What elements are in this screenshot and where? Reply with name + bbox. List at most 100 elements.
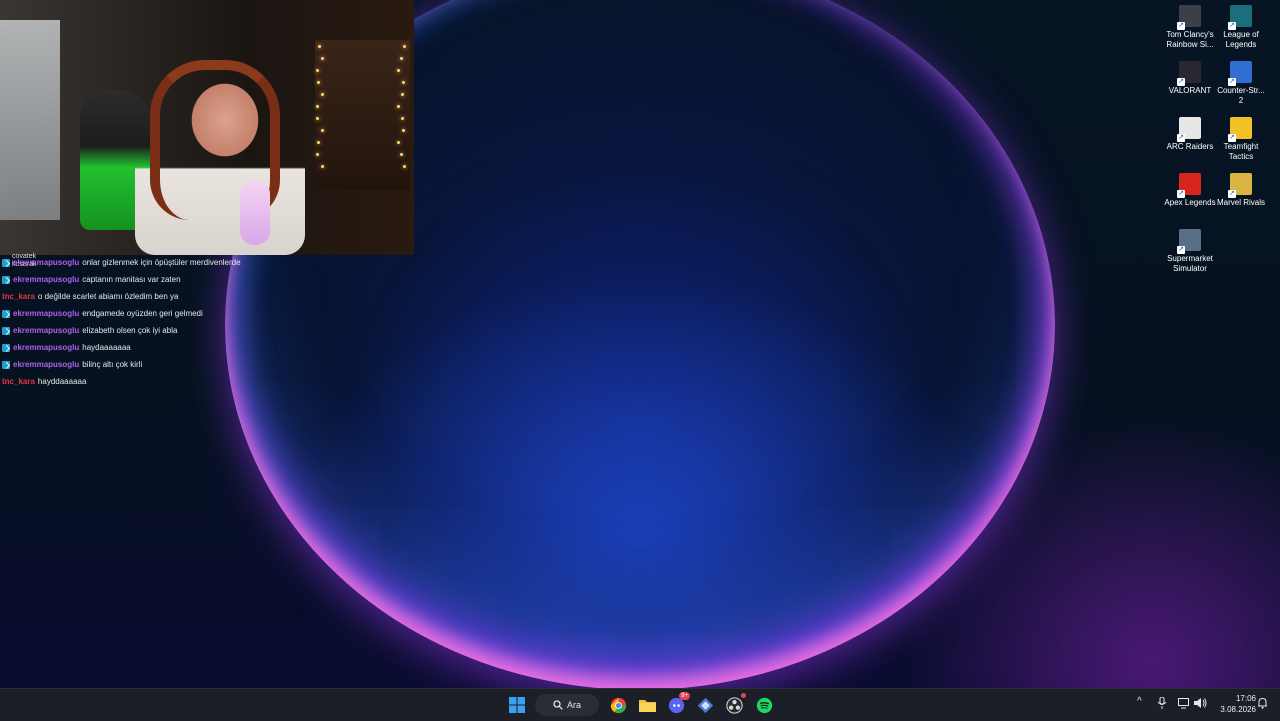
fairy-light — [397, 105, 400, 108]
stream-chat: ekremmapusoglu onlar gizlenmek için öpüşt… — [2, 254, 422, 390]
file-explorer-button[interactable] — [636, 694, 658, 716]
fairy-light — [320, 129, 324, 132]
chat-message: ekremmapusoglu onlar gizlenmek için öpüşt… — [2, 254, 422, 271]
counter-strike-icon — [1228, 61, 1252, 86]
desktop-shortcut-label: VALORANT — [1168, 86, 1212, 95]
fairy-light — [402, 45, 406, 48]
fairy-light — [318, 45, 321, 48]
chat-username[interactable]: ekremmapusoglu — [13, 309, 79, 318]
fairy-light — [401, 129, 405, 132]
teamfight-tactics-icon — [1228, 117, 1252, 142]
notification-bell-icon[interactable] — [1257, 697, 1268, 712]
network-icon[interactable] — [1178, 697, 1190, 712]
chat-username[interactable]: ekremmapusoglu — [13, 258, 79, 267]
obs-recording-dot — [741, 693, 746, 698]
prime-icon — [2, 309, 10, 318]
valorant-icon — [1177, 61, 1201, 86]
chat-message: tnc_kara hayddaaaaaa — [2, 373, 422, 390]
fairy-light — [315, 153, 319, 156]
chat-message-text: elizabeth olsen çok iyi abla — [82, 326, 178, 335]
prime-icon — [2, 275, 10, 284]
webcam-background-door — [0, 20, 60, 220]
desktop-shortcut-label: Teamfight Tactics — [1223, 142, 1259, 161]
desktop-shortcut-label: Tom Clancy's Rainbow Si... — [1166, 30, 1214, 49]
discord-notification-badge: 9+ — [679, 692, 690, 700]
league-of-legends-icon — [1228, 5, 1252, 30]
desktop-shortcut[interactable]: League of Legends — [1215, 5, 1267, 50]
chrome-button[interactable] — [607, 694, 629, 716]
webcam-shelf — [315, 40, 410, 190]
fairy-light — [402, 165, 406, 168]
desktop-shortcut-label: League of Legends — [1223, 30, 1259, 49]
fairy-light — [315, 69, 319, 72]
chat-username[interactable]: tnc_kara — [2, 292, 35, 301]
chat-message-text: onlar gizlenmek için öpüştüler merdivenl… — [82, 258, 241, 267]
fairy-light — [401, 81, 405, 84]
rainbow-six-icon — [1177, 5, 1201, 30]
chat-message-text: captanın manitası var zaten — [82, 275, 181, 284]
arc-raiders-icon — [1177, 117, 1201, 142]
obs-icon — [725, 696, 743, 714]
webcam-microphone — [240, 180, 270, 245]
chat-message: ekremmapusoglu endgamede oyüzden geri gel… — [2, 305, 422, 322]
battlenet-button[interactable] — [694, 694, 716, 716]
search-icon — [553, 700, 563, 710]
obs-button[interactable] — [723, 693, 746, 716]
clock-time: 17:06 — [1235, 694, 1256, 703]
desktop-shortcut[interactable]: Marvel Rivals — [1215, 173, 1267, 208]
desktop-shortcut[interactable]: ARC Raiders — [1164, 117, 1216, 152]
discord-button[interactable]: 9+ — [665, 692, 690, 716]
desktop-shortcut[interactable]: Supermarket Simulator — [1164, 229, 1216, 274]
desktop-shortcut-label: ARC Raiders — [1166, 142, 1214, 151]
chat-username[interactable]: ekremmapusoglu — [13, 275, 79, 284]
desktop-shortcut[interactable]: Teamfight Tactics — [1215, 117, 1267, 162]
windows-logo-icon — [509, 697, 525, 713]
apex-legends-icon — [1177, 173, 1201, 198]
chat-message-text: o değilde scarlet abiamı özledim ben ya — [37, 292, 179, 301]
chat-username[interactable]: ekremmapusoglu — [13, 360, 79, 369]
spotify-button[interactable] — [753, 694, 775, 716]
chat-message-text: haydaaaaaaa — [82, 343, 131, 352]
chrome-icon — [610, 697, 626, 713]
taskbar: Ara 9+ ^ 17:06 3.08.2026 — [0, 688, 1280, 721]
desktop-shortcut-label: Marvel Rivals — [1216, 198, 1265, 207]
search-label: Ara — [566, 700, 581, 710]
spotify-icon — [756, 697, 772, 713]
folder-icon — [638, 700, 656, 712]
fairy-light — [320, 57, 324, 60]
prime-icon — [2, 258, 10, 267]
chat-message: tnc_kara o değilde scarlet abiamı özledim… — [2, 288, 422, 305]
webcam-feed — [0, 0, 414, 255]
chat-message: ekremmapusoglu haydaaaaaaa — [2, 339, 422, 356]
chat-username[interactable]: ekremmapusoglu — [13, 326, 79, 335]
start-button[interactable] — [506, 694, 528, 716]
desktop-shortcut[interactable]: VALORANT — [1164, 61, 1216, 96]
volume-icon[interactable] — [1194, 697, 1207, 712]
wallpaper-glow — [900, 420, 1280, 688]
desktop-shortcut[interactable]: Apex Legends — [1164, 173, 1216, 208]
microphone-icon[interactable] — [1157, 696, 1167, 712]
desktop-shortcut-label: Counter-Str... 2 — [1217, 86, 1265, 105]
taskbar-clock[interactable]: 17:06 3.08.2026 — [1210, 693, 1256, 715]
chat-message-text: hayddaaaaaa — [37, 377, 87, 386]
desktop-shortcut[interactable]: Counter-Str... 2 — [1215, 61, 1267, 106]
game-launcher-icon — [697, 697, 713, 713]
chat-username[interactable]: tnc_kara — [2, 377, 35, 386]
prime-icon — [2, 360, 10, 369]
supermarket-simulator-icon — [1177, 229, 1201, 254]
fairy-light — [320, 165, 324, 168]
clock-date: 3.08.2026 — [1220, 705, 1256, 714]
desktop-shortcut[interactable]: Tom Clancy's Rainbow Si... — [1164, 5, 1216, 50]
chat-message-text: bilinç altı çok kirli — [82, 360, 143, 369]
marvel-rivals-icon — [1228, 173, 1252, 198]
chat-username[interactable]: ekremmapusoglu — [13, 343, 79, 352]
chat-message: ekremmapusoglu captanın manitası var zate… — [2, 271, 422, 288]
desktop-shortcut-label: Apex Legends — [1164, 198, 1216, 207]
fairy-light — [320, 93, 324, 96]
tray-overflow-chevron[interactable]: ^ — [1137, 696, 1142, 707]
taskbar-search-button[interactable]: Ara — [535, 694, 599, 716]
desktop-shortcut-label: Supermarket Simulator — [1167, 254, 1213, 273]
chat-message: ekremmapusoglu elizabeth olsen çok iyi ab… — [2, 322, 422, 339]
prime-icon — [2, 326, 10, 335]
prime-icon — [2, 343, 10, 352]
